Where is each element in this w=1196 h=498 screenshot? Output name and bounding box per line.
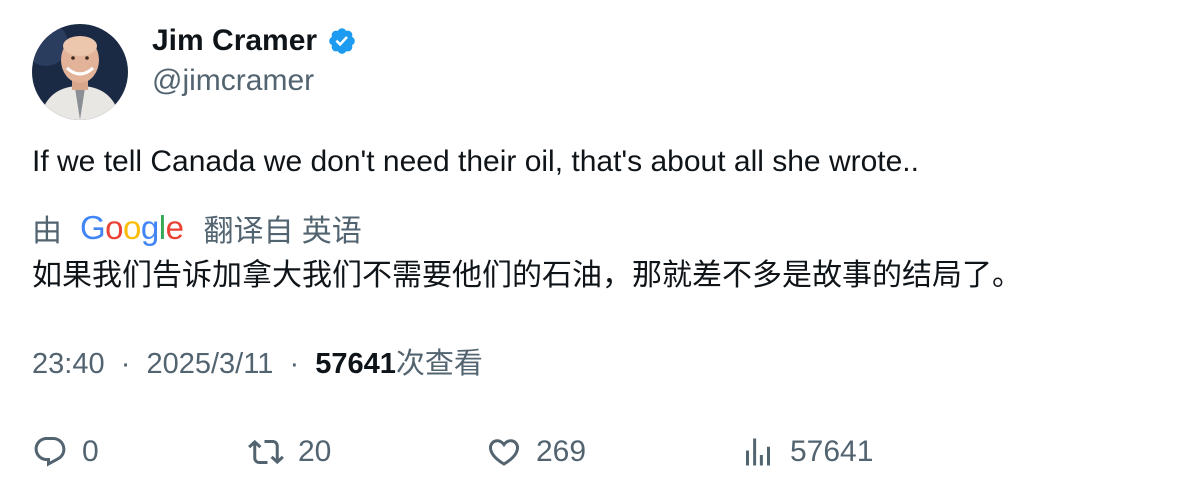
tweet-date[interactable]: 2025/3/11 <box>146 348 273 380</box>
like-button[interactable]: 269 <box>486 430 586 474</box>
author-display-name[interactable]: Jim Cramer <box>152 22 317 60</box>
translated-by-label: 由 <box>32 215 62 248</box>
like-count: 269 <box>536 435 587 468</box>
views-action-count: 57641 <box>790 435 874 468</box>
retweet-count: 20 <box>298 435 332 468</box>
verified-badge-icon[interactable] <box>327 26 357 56</box>
translated-tweet-text: 如果我们告诉加拿大我们不需要他们的石油，那就差不多是故事的结局了。 <box>32 259 1022 292</box>
tweet-text: If we tell Canada we don't need their oi… <box>32 145 919 178</box>
retweet-icon <box>248 439 284 465</box>
reply-count: 0 <box>82 435 99 468</box>
tweet-time[interactable]: 23:40 <box>32 348 105 380</box>
translation-attribution: 由 Google 翻译自 英语 <box>32 206 362 250</box>
reply-button[interactable]: 0 <box>32 430 99 474</box>
action-bar: 0 20 269 57641 <box>32 430 1172 474</box>
author-handle[interactable]: @jimcramer <box>152 62 314 100</box>
author-name-row[interactable]: Jim Cramer <box>152 22 357 60</box>
heart-icon <box>488 439 520 466</box>
tweet-meta: 23:40 · 2025/3/11 · 57641次查看 <box>32 344 483 384</box>
translated-from-label: 翻译自 英语 <box>203 215 362 248</box>
avatar[interactable] <box>32 24 128 120</box>
reply-icon <box>34 437 66 467</box>
analytics-icon <box>746 438 770 466</box>
google-logo: Google <box>80 209 184 246</box>
views-count: 57641 <box>315 348 396 380</box>
views-label: 次查看 <box>395 348 483 380</box>
views-button[interactable]: 57641 <box>740 430 873 474</box>
tweet-card: Jim Cramer @jimcramer If we tell Canada … <box>0 0 1196 498</box>
retweet-button[interactable]: 20 <box>248 430 331 474</box>
meta-separator: · <box>281 348 308 380</box>
meta-separator: · <box>112 348 139 380</box>
